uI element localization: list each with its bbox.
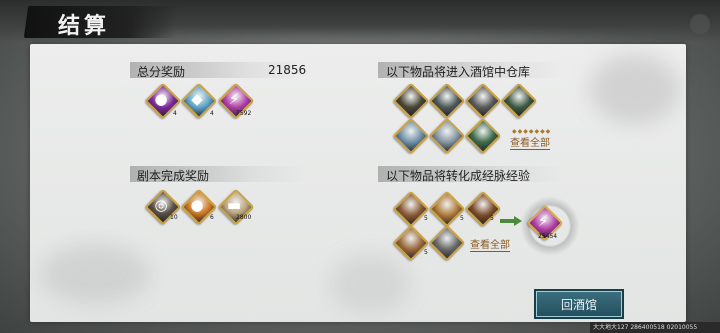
item-quantity: 5 <box>424 215 428 222</box>
total-reward-label: 总分奖励 <box>137 65 186 79</box>
warehouse-label: 以下物品将进入酒馆中仓库 <box>386 65 531 79</box>
ink-corner-ornament <box>690 14 710 34</box>
item-quantity: 6 <box>210 214 214 221</box>
item-quantity: 5 <box>424 249 428 256</box>
ink-wash <box>590 54 680 124</box>
script-reward-label: 剧本完成奖励 <box>137 169 210 183</box>
result-quantity: 25454 <box>538 233 558 240</box>
warehouse-view-all-link[interactable]: 查看全部 <box>510 134 550 150</box>
item-quantity: 4 <box>210 110 214 117</box>
page-title: 结算 <box>58 13 111 39</box>
convert-label: 以下物品将转化成经脉经验 <box>386 169 531 183</box>
item-quantity: 5 <box>460 215 464 222</box>
item-quantity: 10 <box>170 214 178 221</box>
item-quantity: 5 <box>490 215 494 222</box>
item-quantity: 7592 <box>236 110 252 117</box>
return-tavern-button[interactable]: 回酒馆 <box>536 291 622 317</box>
settlement-panel <box>30 44 686 322</box>
ink-wash <box>40 244 150 304</box>
ink-wash <box>330 254 410 314</box>
convert-view-all-link[interactable]: 查看全部 <box>470 236 510 252</box>
item-quantity: 4 <box>173 110 177 117</box>
total-score-value: 21856 <box>268 63 307 77</box>
arrow-right-icon <box>500 216 522 226</box>
footer-info: 大大地大127 286400518 02010055 <box>590 322 720 333</box>
item-quantity: 2800 <box>236 214 252 221</box>
